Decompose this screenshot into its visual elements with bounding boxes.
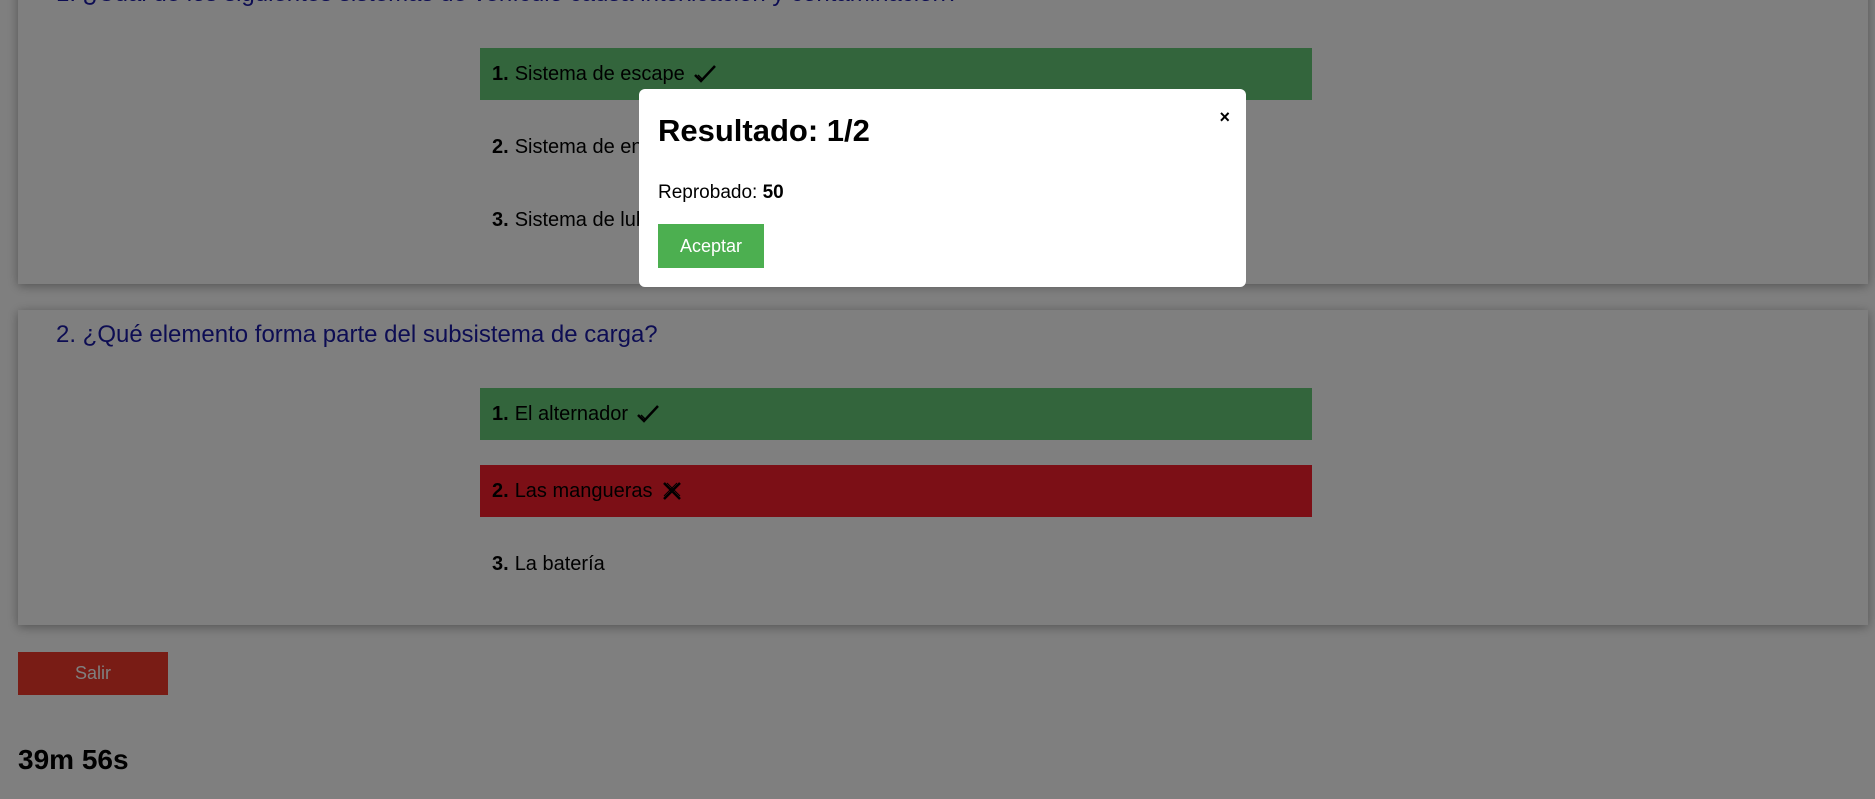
quiz-page: 1. ¿Cuál de los siguientes sistemas de v… [0, 0, 1875, 799]
close-icon[interactable]: × [1219, 107, 1230, 128]
modal-title: Resultado: 1/2 [658, 113, 870, 148]
status-label: Reprobado: [658, 182, 758, 203]
result-status: Reprobado: 50 [658, 182, 784, 204]
result-modal: Resultado: 1/2 × Reprobado: 50 Aceptar [639, 89, 1246, 287]
accept-button[interactable]: Aceptar [658, 224, 764, 268]
score-value: 50 [762, 182, 784, 203]
